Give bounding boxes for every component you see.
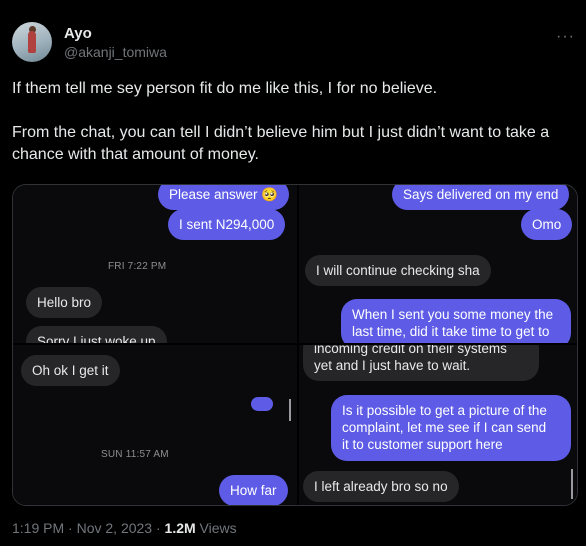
author-handle[interactable]: @akanji_tomiwa xyxy=(64,44,167,60)
text-cursor xyxy=(571,469,573,499)
chat-message-received: incoming credit on their systems yet and… xyxy=(303,345,539,381)
text-cursor xyxy=(289,399,291,421)
chat-message-received: Hello bro xyxy=(26,287,103,318)
chat-message-sent: When I sent you some money the last time… xyxy=(341,299,571,343)
separator-dot: · xyxy=(64,520,77,536)
chat-message-sent: Is it possible to get a picture of the c… xyxy=(331,395,571,461)
chat-message-sent: Says delivered on my end xyxy=(392,185,570,210)
chat-timestamp: FRI 7:22 PM xyxy=(108,261,167,272)
chat-message-line: last time, did it take time to get to xyxy=(352,324,550,339)
chat-screenshot-bottom-left: Oh ok I get it SUN 11:57 AM How far xyxy=(13,345,297,505)
chat-message-received: Oh ok I get it xyxy=(21,355,120,386)
chat-screenshot-top-right: Says delivered on my end Omo I will cont… xyxy=(299,185,577,343)
chat-message-line: yet and I just have to wait. xyxy=(314,358,471,373)
chat-message-received: I left already bro so no xyxy=(303,471,459,502)
chat-message-received: I will continue checking sha xyxy=(305,255,491,286)
post-date[interactable]: Nov 2, 2023 xyxy=(77,520,153,536)
post-paragraph: From the chat, you can tell I didn’t bel… xyxy=(12,124,550,163)
post-time[interactable]: 1:19 PM xyxy=(12,520,64,536)
views-count: 1.2M xyxy=(164,520,196,536)
panel-divider xyxy=(13,343,577,345)
post-media-image[interactable]: Please answer 🥺 I sent N294,000 FRI 7:22… xyxy=(12,184,578,506)
chat-screenshot-top-left: Please answer 🥺 I sent N294,000 FRI 7:22… xyxy=(13,185,297,343)
more-options-icon[interactable]: ··· xyxy=(556,28,575,46)
author-name[interactable]: Ayo xyxy=(64,25,92,42)
separator-dot: · xyxy=(152,520,165,536)
avatar[interactable] xyxy=(12,22,52,62)
chat-message-sent: Please answer 🥺 xyxy=(158,185,290,210)
chat-message-received: Sorry I just woke up xyxy=(26,326,167,343)
chat-message-line: complaint, let me see if I can send xyxy=(342,420,547,435)
post-paragraph: If them tell me sey person fit do me lik… xyxy=(12,80,438,97)
post-meta: 1:19 PM · Nov 2, 2023 · 1.2M Views xyxy=(12,520,237,536)
chat-timestamp: SUN 11:57 AM xyxy=(101,449,169,460)
chat-message-sent: How far xyxy=(219,475,288,505)
views-label: Views xyxy=(195,520,237,536)
chat-screenshot-bottom-right: incoming credit on their systems yet and… xyxy=(299,345,577,505)
avatar-figure-body xyxy=(28,31,36,53)
chat-message-line: Is it possible to get a picture of the xyxy=(342,403,547,418)
chat-message-sent: I sent N294,000 xyxy=(168,209,286,240)
post-text: If them tell me sey person fit do me lik… xyxy=(12,78,574,166)
chat-message-sent: Omo xyxy=(521,209,573,240)
chat-message-line: When I sent you some money the xyxy=(352,307,554,322)
panel-divider xyxy=(297,185,299,505)
chat-message-line: it to customer support here xyxy=(342,437,503,452)
chat-message-sent xyxy=(251,397,273,411)
chat-message-line: incoming credit on their systems xyxy=(314,345,507,356)
